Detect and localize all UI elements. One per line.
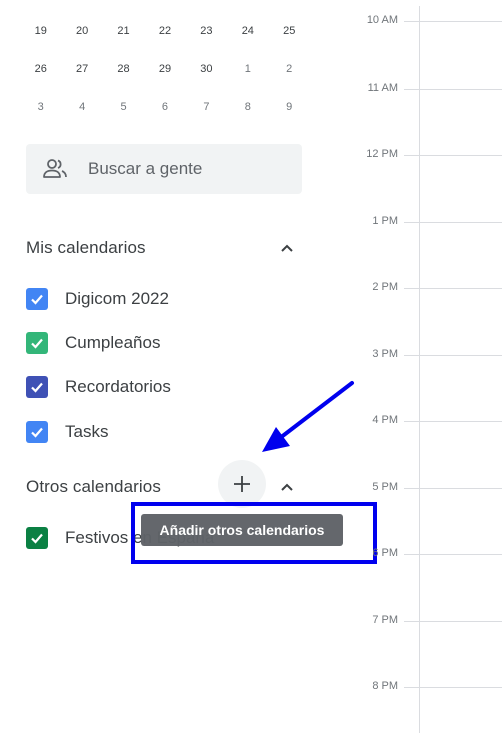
- mini-calendar-day[interactable]: 6: [144, 96, 185, 118]
- hour-gridline: [404, 554, 502, 555]
- mini-calendar-day[interactable]: 26: [20, 58, 61, 80]
- annotation-highlight-box: [131, 502, 377, 564]
- hour-gridline: [404, 687, 502, 688]
- hour-label: 6 PM: [372, 547, 398, 559]
- mini-calendar-day[interactable]: 22: [144, 20, 185, 42]
- checkbox-checked-icon[interactable]: [26, 527, 48, 549]
- hour-gridline: [404, 421, 502, 422]
- mini-calendar-week-1: 19 20 21 22 23 24 25: [20, 20, 310, 42]
- sidebar: 19 20 21 22 23 24 25 26 27 28 29 30 1 2 …: [0, 0, 377, 733]
- hour-label: 5 PM: [372, 481, 398, 493]
- calendar-item-label: Tasks: [65, 422, 109, 441]
- mini-calendar-day[interactable]: 8: [227, 96, 268, 118]
- calendar-item-recordatorios[interactable]: Recordatorios: [26, 374, 171, 400]
- chevron-up-icon: [281, 483, 293, 491]
- checkbox-checked-icon[interactable]: [26, 288, 48, 310]
- add-other-calendars-button[interactable]: [218, 460, 266, 508]
- calendar-item-label: Cumpleaños: [65, 333, 161, 352]
- mini-calendar-day[interactable]: 29: [144, 58, 185, 80]
- hour-label: 1 PM: [372, 215, 398, 227]
- mini-calendar-day[interactable]: 28: [103, 58, 144, 80]
- mini-calendar-day[interactable]: 3: [20, 96, 61, 118]
- hour-gridline: [404, 89, 502, 90]
- day-column-divider: [419, 6, 420, 733]
- mini-calendar-week-2: 26 27 28 29 30 1 2: [20, 58, 310, 80]
- mini-calendar-day[interactable]: 20: [61, 20, 102, 42]
- people-icon: [43, 158, 67, 180]
- checkbox-checked-icon[interactable]: [26, 421, 48, 443]
- mini-calendar-day[interactable]: 24: [227, 20, 268, 42]
- checkbox-checked-icon[interactable]: [26, 332, 48, 354]
- mini-calendar-day[interactable]: 21: [103, 20, 144, 42]
- hour-gridline: [404, 288, 502, 289]
- mini-calendar-day[interactable]: 4: [61, 96, 102, 118]
- other-calendars-title[interactable]: Otros calendarios: [26, 477, 161, 497]
- hour-gridline: [404, 21, 502, 22]
- plus-icon: [234, 476, 250, 492]
- mini-calendar-day[interactable]: 23: [186, 20, 227, 42]
- hour-gridline: [404, 488, 502, 489]
- checkbox-checked-icon[interactable]: [26, 376, 48, 398]
- collapse-other-calendars-button[interactable]: [275, 475, 299, 499]
- search-people-input[interactable]: Buscar a gente: [26, 144, 302, 194]
- mini-calendar-day[interactable]: 5: [103, 96, 144, 118]
- calendar-item-digicom[interactable]: Digicom 2022: [26, 286, 169, 312]
- hour-label: 11 AM: [367, 82, 398, 94]
- hour-gridline: [404, 355, 502, 356]
- hour-label: 10 AM: [366, 14, 398, 26]
- mini-calendar-day[interactable]: 1: [227, 58, 268, 80]
- calendar-item-label: Digicom 2022: [65, 289, 169, 308]
- mini-calendar-day[interactable]: 9: [269, 96, 310, 118]
- search-people-label: Buscar a gente: [88, 159, 203, 178]
- hour-label: 2 PM: [372, 281, 398, 293]
- hour-label: 4 PM: [372, 414, 398, 426]
- hour-label: 8 PM: [372, 680, 398, 692]
- mini-calendar-day[interactable]: 27: [61, 58, 102, 80]
- mini-calendar-week-3: 3 4 5 6 7 8 9: [20, 96, 310, 118]
- calendar-item-tasks[interactable]: Tasks: [26, 419, 108, 445]
- mini-calendar-day[interactable]: 7: [186, 96, 227, 118]
- hour-gridline: [404, 155, 502, 156]
- mini-calendar-day[interactable]: 25: [269, 20, 310, 42]
- hour-label: 12 PM: [366, 148, 398, 160]
- my-calendars-title[interactable]: Mis calendarios: [26, 238, 146, 258]
- mini-calendar-day[interactable]: 30: [186, 58, 227, 80]
- mini-calendar-day[interactable]: 19: [20, 20, 61, 42]
- hour-gridline: [404, 222, 502, 223]
- hour-gridline: [404, 621, 502, 622]
- mini-calendar-day[interactable]: 2: [269, 58, 310, 80]
- hour-label: 7 PM: [372, 614, 398, 626]
- collapse-my-calendars-button[interactable]: [275, 236, 299, 260]
- calendar-item-label: Recordatorios: [65, 377, 171, 396]
- chevron-up-icon: [281, 244, 293, 252]
- hour-label: 3 PM: [372, 348, 398, 360]
- calendar-item-cumpleanos[interactable]: Cumpleaños: [26, 330, 160, 356]
